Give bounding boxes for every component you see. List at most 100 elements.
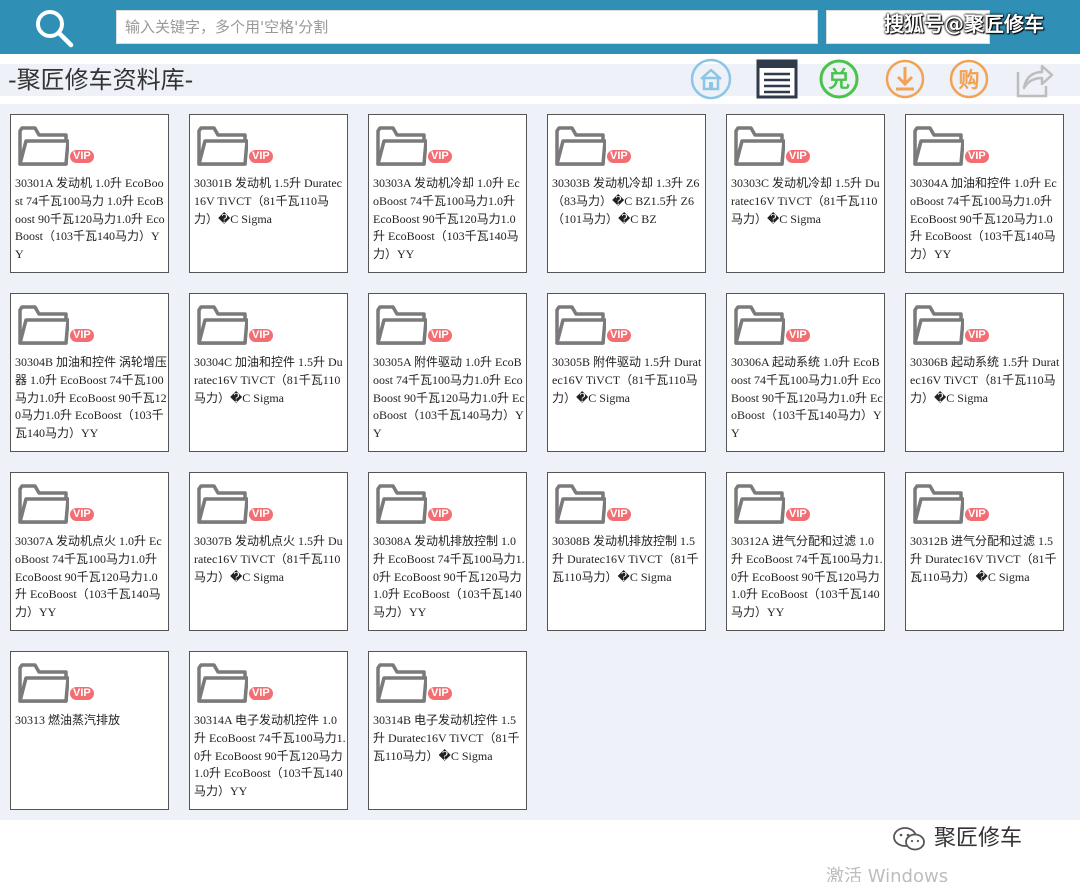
footer-brand-text: 聚匠修车 (934, 826, 1023, 851)
vip-badge: VIP (70, 687, 94, 700)
folder-card[interactable]: VIP 30312B 进气分配和过滤 1.5升 Duratec16V TiVCT（… (905, 472, 1064, 631)
folder-icon (376, 126, 427, 166)
vip-badge: VIP (607, 508, 631, 521)
folder-icon (913, 484, 964, 524)
folder-label: 30303C 发动机冷却 1.5升 Duratec16V TiVCT（81千瓦1… (731, 176, 880, 226)
vip-badge: VIP (428, 150, 452, 163)
folder-card[interactable]: VIP 30303B 发动机冷却 1.3升 Z6（83马力）�C BZ1.5升 Z… (547, 114, 706, 273)
folder-icon (18, 484, 69, 524)
folder-label: 30305B 附件驱动 1.5升 Duratec16V TiVCT（81千瓦11… (552, 355, 702, 405)
vip-badge: VIP (607, 150, 631, 163)
folder-label: 30308A 发动机排放控制 1.0升 EcoBoost 74千瓦100马力1.… (373, 534, 525, 620)
folder-card[interactable]: VIP 30314B 电子发动机控件 1.5升 Duratec16V TiVCT（… (368, 651, 527, 810)
folder-label: 30312B 进气分配和过滤 1.5升 Duratec16V TiVCT（81千… (910, 534, 1057, 584)
vip-badge: VIP (786, 508, 810, 521)
folder-label: 30308B 发动机排放控制 1.5升 Duratec16V TiVCT（81千… (552, 534, 699, 584)
folder-card[interactable]: VIP 30314A 电子发动机控件 1.0升 EcoBoost 74千瓦100马… (189, 651, 348, 810)
vip-badge: VIP (786, 329, 810, 342)
folder-card[interactable]: VIP 30304A 加油和控件 1.0升 EcoBoost 74千瓦100马力1… (905, 114, 1064, 273)
vip-badge: VIP (428, 687, 452, 700)
folder-label: 30307A 发动机点火 1.0升 EcoBoost 74千瓦100马力1.0升… (15, 534, 162, 620)
folder-card[interactable]: VIP 30304B 加油和控件 涡轮增压器 1.0升 EcoBoost 74千瓦… (10, 293, 169, 452)
list-icon[interactable] (756, 58, 798, 100)
search-icon[interactable] (34, 8, 74, 48)
folder-label: 30301B 发动机 1.5升 Duratec16V TiVCT（81千瓦110… (194, 176, 342, 226)
folder-icon (18, 663, 69, 703)
folder-label: 30304B 加油和控件 涡轮增压器 1.0升 EcoBoost 74千瓦100… (15, 355, 168, 441)
folder-label: 30301A 发动机 1.0升 EcoBoost 74千瓦100马力 1.0升 … (15, 176, 165, 262)
folder-card[interactable]: VIP 30305A 附件驱动 1.0升 EcoBoost 74千瓦100马力1.… (368, 293, 527, 452)
buy-icon[interactable]: 购 (948, 58, 990, 100)
folder-card[interactable]: VIP 30303C 发动机冷却 1.5升 Duratec16V TiVCT（81… (726, 114, 885, 273)
folder-icon (913, 126, 964, 166)
folder-icon (555, 126, 606, 166)
vip-badge: VIP (249, 329, 273, 342)
folder-label: 30303A 发动机冷却 1.0升 EcoBoost 74千瓦100马力1.0升… (373, 176, 520, 262)
folder-label: 30304A 加油和控件 1.0升 EcoBoost 74千瓦100马力1.0升… (910, 176, 1057, 262)
folder-icon (18, 126, 69, 166)
folder-card[interactable]: VIP 30305B 附件驱动 1.5升 Duratec16V TiVCT（81千… (547, 293, 706, 452)
folder-icon (197, 126, 248, 166)
folder-label: 30306A 起动系统 1.0升 EcoBoost 74千瓦100马力1.0升 … (731, 355, 883, 441)
vip-badge: VIP (70, 329, 94, 342)
folder-icon (197, 484, 248, 524)
folder-icon (197, 305, 248, 345)
folder-card[interactable]: VIP 30313 燃油蒸汽排放 (10, 651, 169, 810)
content-area: VIP 30301A 发动机 1.0升 EcoBoost 74千瓦100马力 1.… (0, 104, 1080, 820)
folder-icon (376, 484, 427, 524)
folder-label: 30307B 发动机点火 1.5升 Duratec16V TiVCT（81千瓦1… (194, 534, 343, 584)
vip-badge: VIP (965, 508, 989, 521)
vip-badge: VIP (428, 329, 452, 342)
search-input[interactable] (116, 10, 818, 44)
folder-label: 30312A 进气分配和过滤 1.0升 EcoBoost 74千瓦100马力1.… (731, 534, 883, 620)
folder-card[interactable]: VIP 30304C 加油和控件 1.5升 Duratec16V TiVCT（81… (189, 293, 348, 452)
footer-brand: 聚匠修车 (892, 820, 1022, 852)
folder-icon (197, 663, 248, 703)
folder-card[interactable]: VIP 30301A 发动机 1.0升 EcoBoost 74千瓦100马力 1.… (10, 114, 169, 273)
folder-label: 30305A 附件驱动 1.0升 EcoBoost 74千瓦100马力1.0升 … (373, 355, 525, 441)
folder-card[interactable]: VIP 30308B 发动机排放控制 1.5升 Duratec16V TiVCT（… (547, 472, 706, 631)
folder-card[interactable]: VIP 30306A 起动系统 1.0升 EcoBoost 74千瓦100马力1.… (726, 293, 885, 452)
share-icon[interactable] (1012, 58, 1054, 100)
folder-icon (734, 305, 785, 345)
folder-label: 30304C 加油和控件 1.5升 Duratec16V TiVCT（81千瓦1… (194, 355, 343, 405)
vip-badge: VIP (786, 150, 810, 163)
folder-icon (18, 305, 69, 345)
folder-icon (555, 484, 606, 524)
vip-badge: VIP (70, 508, 94, 521)
folder-card[interactable]: VIP 30303A 发动机冷却 1.0升 EcoBoost 74千瓦100马力1… (368, 114, 527, 273)
folder-label: 30314B 电子发动机控件 1.5升 Duratec16V TiVCT（81千… (373, 713, 520, 763)
folder-icon (913, 305, 964, 345)
download-icon[interactable] (884, 58, 926, 100)
vip-badge: VIP (607, 329, 631, 342)
top-bar: 搜狐号@聚匠修车 (0, 0, 1080, 54)
folder-card[interactable]: VIP 30307B 发动机点火 1.5升 Duratec16V TiVCT（81… (189, 472, 348, 631)
folder-card[interactable]: VIP 30307A 发动机点火 1.0升 EcoBoost 74千瓦100马力1… (10, 472, 169, 631)
home-icon[interactable] (690, 58, 732, 100)
folder-card[interactable]: VIP 30308A 发动机排放控制 1.0升 EcoBoost 74千瓦100马… (368, 472, 527, 631)
folder-card[interactable]: VIP 30301B 发动机 1.5升 Duratec16V TiVCT（81千瓦… (189, 114, 348, 273)
folder-label: 30313 燃油蒸汽排放 (15, 713, 121, 727)
folder-card[interactable]: VIP 30306B 起动系统 1.5升 Duratec16V TiVCT（81千… (905, 293, 1064, 452)
folder-label: 30306B 起动系统 1.5升 Duratec16V TiVCT（81千瓦11… (910, 355, 1060, 405)
folder-icon (376, 305, 427, 345)
folder-card[interactable]: VIP 30312A 进气分配和过滤 1.0升 EcoBoost 74千瓦100马… (726, 472, 885, 631)
folder-icon (376, 663, 427, 703)
vip-badge: VIP (70, 150, 94, 163)
wechat-icon (893, 827, 925, 851)
redeem-icon[interactable]: 兑 (818, 58, 860, 100)
activate-windows-text: 激活 Windows (826, 866, 949, 882)
folder-label: 30314A 电子发动机控件 1.0升 EcoBoost 74千瓦100马力1.… (194, 713, 346, 799)
page-title: -聚匠修车资料库- (8, 66, 194, 94)
buy-icon-label: 购 (959, 68, 980, 92)
redeem-icon-label: 兑 (828, 67, 850, 93)
folder-icon (734, 484, 785, 524)
vip-badge: VIP (428, 508, 452, 521)
folder-icon (734, 126, 785, 166)
vip-badge: VIP (965, 150, 989, 163)
vip-badge: VIP (965, 329, 989, 342)
folder-label: 30303B 发动机冷却 1.3升 Z6（83马力）�C BZ1.5升 Z6（1… (552, 176, 700, 226)
vip-badge: VIP (249, 150, 273, 163)
brand-watermark: 搜狐号@聚匠修车 (884, 12, 1044, 36)
vip-badge: VIP (249, 508, 273, 521)
